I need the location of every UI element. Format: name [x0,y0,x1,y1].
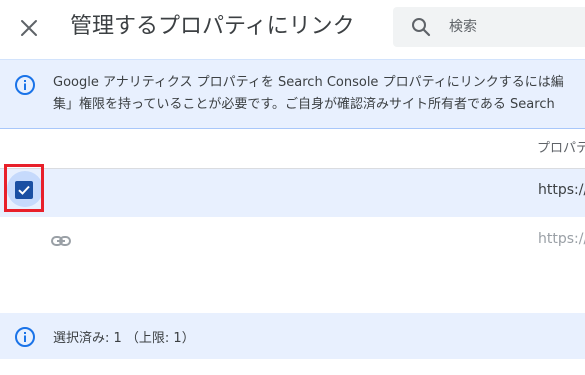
property-url: https:// [538,182,585,198]
info-banner: Google アナリティクス プロパティを Search Console プロパ… [0,59,585,129]
table-row[interactable]: https:// [0,168,585,218]
info-icon [15,327,35,347]
dialog-header: 管理するプロパティにリンク [0,0,585,56]
table-row[interactable]: https:// [0,217,585,265]
link-property-dialog: 管理するプロパティにリンク Google アナリティクス プロパティを Sear… [0,0,585,375]
dialog-title: 管理するプロパティにリンク [70,14,355,39]
info-banner-line-2: 集」権限を持っていることが必要です。ご自身が確認済みサイト所有者である Sear… [53,97,555,112]
search-box[interactable] [393,7,585,47]
info-banner-text: Google アナリティクス プロパティを Search Console プロパ… [53,72,585,116]
search-input[interactable] [449,7,585,47]
selection-status-text: 選択済み: 1 （上限: 1） [53,331,195,346]
info-banner-line-1: Google アナリティクス プロパティを Search Console プロパ… [53,75,564,90]
close-icon [21,20,37,36]
link-icon [51,236,71,246]
close-button[interactable] [14,13,44,43]
search-icon [412,18,431,37]
annotation-highlight-box [4,164,44,212]
property-url: https:// [538,231,585,247]
selection-status-bar: 選択済み: 1 （上限: 1） [0,313,585,359]
info-icon [15,75,35,95]
column-header-property[interactable]: プロパテ [537,137,585,156]
